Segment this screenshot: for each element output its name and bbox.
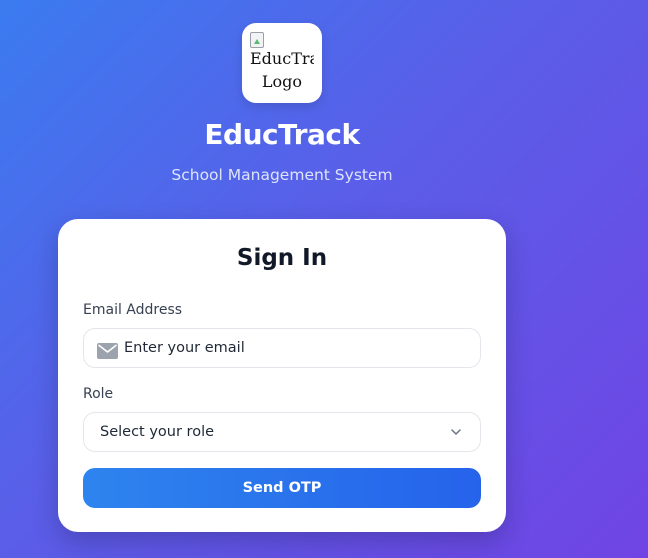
role-select[interactable]: Select your role	[83, 412, 481, 452]
chevron-down-icon	[451, 429, 461, 435]
logo: EducTrack Logo	[242, 23, 322, 103]
role-select-value: Select your role	[100, 424, 215, 440]
email-field[interactable]	[83, 328, 481, 368]
send-otp-button[interactable]: Send OTP	[83, 468, 481, 508]
signin-heading: Sign In	[236, 245, 328, 271]
mail-icon	[97, 343, 118, 359]
role-label: Role	[83, 386, 114, 402]
app-subtitle: School Management System	[171, 166, 393, 184]
broken-image-icon	[250, 32, 264, 48]
app-title: EducTrack	[204, 118, 360, 151]
logo-alt-text-line2: Logo	[261, 72, 303, 91]
logo-image: EducTrack Logo	[250, 31, 314, 95]
email-input[interactable]	[124, 329, 474, 367]
signin-card: Sign In Email Address Role Select your r…	[58, 219, 506, 532]
email-label: Email Address	[83, 302, 183, 318]
